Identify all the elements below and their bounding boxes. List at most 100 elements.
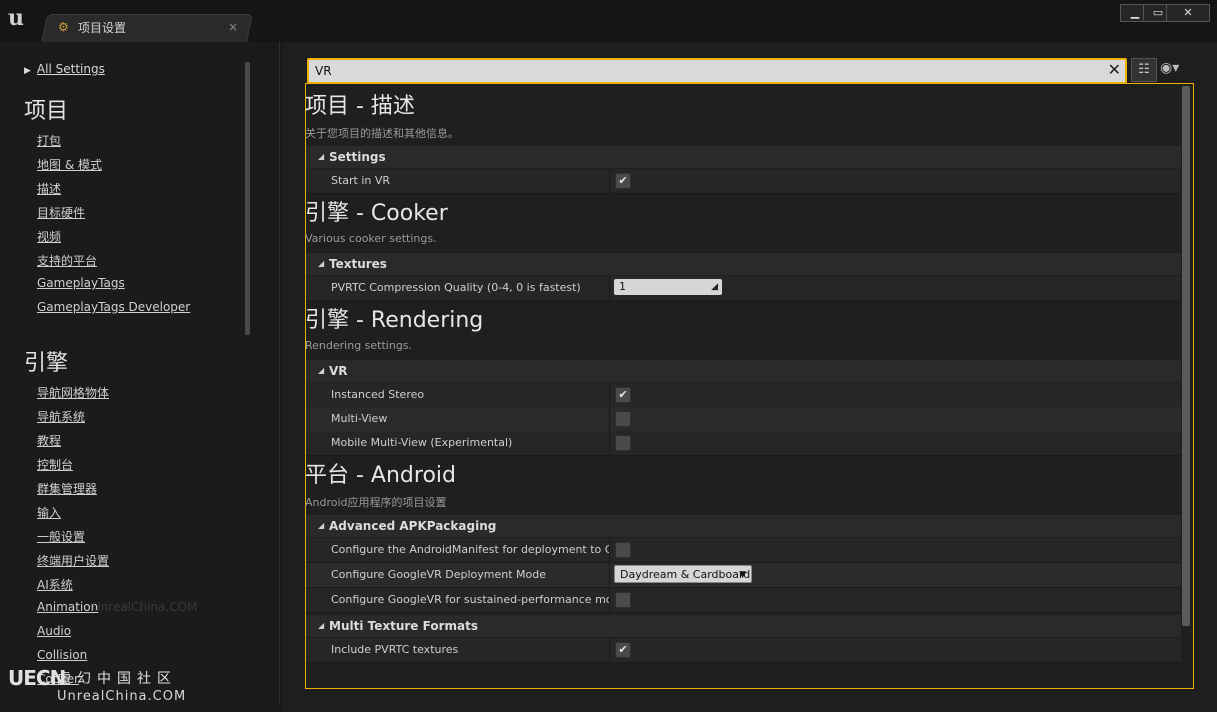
sidebar-item[interactable]: 打包 bbox=[37, 132, 61, 149]
tab-close-icon[interactable]: × bbox=[228, 20, 238, 34]
section-title: 引擎 - Rendering bbox=[305, 308, 484, 333]
sidebar-item[interactable]: 一般设置 bbox=[37, 528, 85, 545]
tab-content[interactable]: ⚙ 项目设置 × bbox=[58, 14, 238, 40]
category-title: VR bbox=[329, 364, 348, 378]
view-options-icon[interactable]: ☷ bbox=[1131, 58, 1157, 82]
property-label: Instanced Stereo bbox=[331, 388, 425, 401]
sidebar-item[interactable]: GameplayTags bbox=[37, 276, 125, 290]
eye-icon[interactable]: ◉▾ bbox=[1160, 60, 1179, 76]
sidebar-section-title: 引擎 bbox=[24, 351, 69, 376]
property-label: Configure GoogleVR for sustained-perform… bbox=[331, 593, 609, 606]
property-row: Multi-View bbox=[306, 407, 1181, 432]
number-value: 1 bbox=[619, 280, 626, 293]
property-label: Start in VR bbox=[331, 174, 391, 187]
close-icon[interactable]: ✕ bbox=[1108, 59, 1121, 81]
collapse-triangle-icon[interactable]: ◢ bbox=[318, 621, 324, 630]
all-settings-link[interactable]: ▶ All Settings bbox=[24, 62, 105, 76]
triangle-right-icon: ▶ bbox=[24, 66, 31, 76]
sidebar-scrollbar[interactable] bbox=[245, 62, 250, 335]
sidebar-item[interactable]: 控制台 bbox=[37, 456, 73, 473]
property-checkbox[interactable]: ✔ bbox=[615, 642, 631, 658]
property-row: Configure GoogleVR Deployment Mode Daydre… bbox=[306, 563, 1181, 588]
collapse-triangle-icon[interactable]: ◢ bbox=[318, 152, 324, 161]
property-checkbox[interactable] bbox=[615, 411, 631, 427]
sidebar-item[interactable]: 地图 & 模式 bbox=[37, 156, 102, 173]
column-splitter[interactable] bbox=[609, 431, 610, 455]
search-box[interactable]: ✕ bbox=[307, 58, 1127, 84]
sidebar-item[interactable]: 视频 bbox=[37, 228, 61, 245]
column-splitter[interactable] bbox=[609, 383, 610, 407]
column-splitter[interactable] bbox=[609, 538, 610, 562]
property-row: Configure the AndroidManifest for deploy… bbox=[306, 538, 1181, 563]
sidebar-item[interactable]: Collision bbox=[37, 648, 87, 662]
watermark-english-text: UnrealChina.COM bbox=[57, 689, 187, 704]
category-header[interactable]: ◢ VR bbox=[306, 360, 1181, 382]
property-label: PVRTC Compression Quality (0-4, 0 is fas… bbox=[331, 281, 581, 294]
property-label: Configure the AndroidManifest for deploy… bbox=[331, 543, 609, 556]
sidebar-item[interactable]: 导航网格物体 bbox=[37, 384, 109, 401]
property-checkbox[interactable] bbox=[615, 435, 631, 451]
sidebar-item[interactable]: AI系统 bbox=[37, 576, 73, 593]
category-header[interactable]: ◢ Multi Texture Formats bbox=[306, 615, 1181, 637]
section-title: 项目 - 描述 bbox=[305, 94, 415, 119]
category-title: Multi Texture Formats bbox=[329, 619, 478, 633]
all-settings-label: All Settings bbox=[36, 62, 105, 76]
sidebar-item[interactable]: 目标硬件 bbox=[37, 204, 85, 221]
property-label: Include PVRTC textures bbox=[331, 643, 459, 656]
sidebar-item[interactable]: 描述 bbox=[37, 180, 61, 197]
collapse-triangle-icon[interactable]: ◢ bbox=[318, 259, 324, 268]
column-splitter[interactable] bbox=[609, 638, 610, 662]
property-number-field[interactable]: 1 ◢ bbox=[614, 279, 722, 295]
category-header[interactable]: ◢ Settings bbox=[306, 146, 1181, 168]
section-description: Various cooker settings. bbox=[305, 232, 437, 245]
property-row: PVRTC Compression Quality (0-4, 0 is fas… bbox=[306, 276, 1181, 301]
property-row: Start in VR ✔ bbox=[306, 169, 1181, 194]
panel-splitter[interactable] bbox=[279, 42, 280, 704]
unreal-logo-icon: u bbox=[8, 5, 24, 31]
sidebar-item[interactable]: 输入 bbox=[37, 504, 61, 521]
column-splitter[interactable] bbox=[609, 588, 610, 612]
column-splitter[interactable] bbox=[609, 563, 610, 587]
property-checkbox[interactable] bbox=[615, 592, 631, 608]
sidebar-item[interactable]: 终端用户设置 bbox=[37, 552, 109, 569]
sidebar-item[interactable]: 教程 bbox=[37, 432, 61, 449]
settings-gear-icon: ⚙ bbox=[58, 20, 69, 34]
chevron-down-icon: ▼ bbox=[739, 570, 746, 580]
property-label: Multi-View bbox=[331, 412, 388, 425]
sidebar-item[interactable]: 群集管理器 bbox=[37, 480, 97, 497]
category-title: Textures bbox=[329, 257, 387, 271]
property-row: Include PVRTC textures ✔ bbox=[306, 638, 1181, 663]
category-title: Settings bbox=[329, 150, 386, 164]
category-header[interactable]: ◢ Textures bbox=[306, 253, 1181, 275]
section-description: Android应用程序的项目设置 bbox=[305, 496, 447, 509]
category-header[interactable]: ◢ Advanced APKPackaging bbox=[306, 515, 1181, 537]
sidebar-item[interactable]: GameplayTags Developer bbox=[37, 300, 190, 314]
column-splitter[interactable] bbox=[609, 169, 610, 193]
collapse-triangle-icon[interactable]: ◢ bbox=[318, 366, 324, 375]
sidebar-item[interactable]: 支持的平台 bbox=[37, 252, 97, 269]
column-splitter[interactable] bbox=[609, 407, 610, 431]
collapse-triangle-icon[interactable]: ◢ bbox=[318, 521, 324, 530]
sidebar-item[interactable]: 导航系统 bbox=[37, 408, 85, 425]
property-checkbox[interactable]: ✔ bbox=[615, 173, 631, 189]
sidebar-item[interactable]: Animation bbox=[37, 600, 98, 614]
column-splitter[interactable] bbox=[609, 276, 610, 300]
property-checkbox[interactable]: ✔ bbox=[615, 387, 631, 403]
property-label: Mobile Multi-View (Experimental) bbox=[331, 436, 513, 449]
sidebar-section-title: 项目 bbox=[24, 99, 69, 124]
watermark-faint-text: UnrealChina.COM bbox=[92, 600, 198, 614]
sidebar-item[interactable]: Audio bbox=[37, 624, 71, 638]
property-row: Instanced Stereo ✔ bbox=[306, 383, 1181, 408]
section-title: 平台 - Android bbox=[305, 463, 456, 488]
property-row: Mobile Multi-View (Experimental) bbox=[306, 431, 1181, 456]
close-window-button[interactable]: ✕ bbox=[1166, 4, 1210, 22]
search-input[interactable] bbox=[315, 62, 1085, 80]
property-row: Configure GoogleVR for sustained-perform… bbox=[306, 588, 1181, 613]
property-dropdown[interactable]: Daydream & Cardboard ▼ bbox=[614, 565, 752, 583]
property-checkbox[interactable] bbox=[615, 542, 631, 558]
section-description: 关于您项目的描述和其他信息。 bbox=[305, 127, 459, 140]
resize-grip-icon[interactable]: ◢ bbox=[711, 279, 718, 295]
section-title: 引擎 - Cooker bbox=[305, 201, 448, 226]
content-scrollbar[interactable] bbox=[1182, 86, 1190, 626]
tab-label: 项目设置 bbox=[78, 20, 127, 35]
